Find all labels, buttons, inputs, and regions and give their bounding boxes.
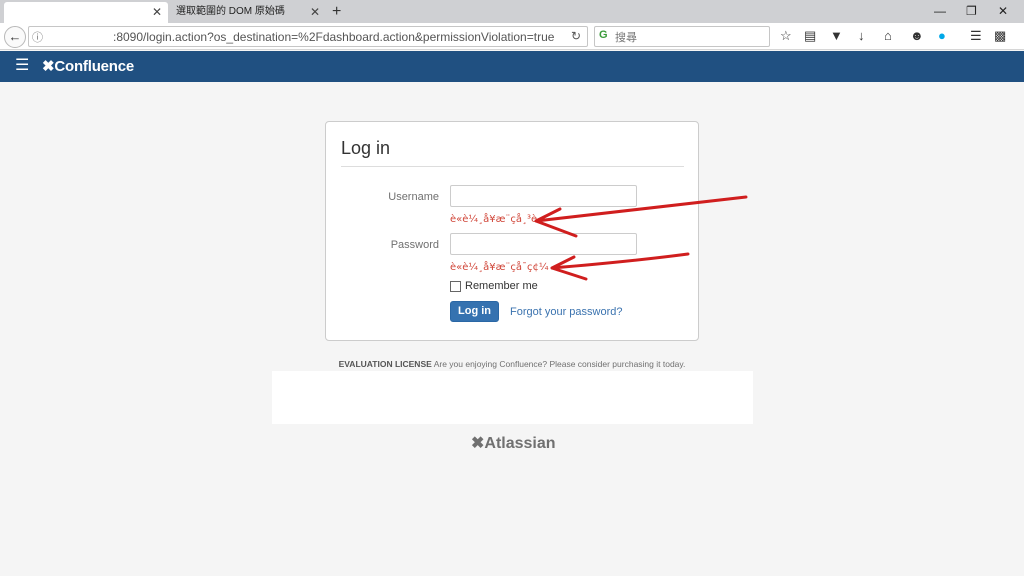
reload-icon[interactable]: ↻ xyxy=(571,29,581,43)
login-panel: Log in Username è«è¼¸å¥æ¨çå¸³è Password … xyxy=(325,121,699,341)
login-title: Log in xyxy=(341,138,391,158)
password-label: Password xyxy=(390,239,439,251)
menu-icon[interactable]: ☰ xyxy=(970,28,982,44)
site-info-icon[interactable]: ⓘ xyxy=(32,29,43,45)
license-text: Are you enjoying Confluence? Please cons… xyxy=(431,359,686,369)
address-bar[interactable]: ⓘ :8090/login.action?os_destination=%2Fd… xyxy=(28,26,588,47)
close-window-icon[interactable]: ✕ xyxy=(998,2,1008,20)
tab-title: 選取範圍的 DOM 原始碼 xyxy=(176,6,285,17)
browser-tab-dom-source[interactable]: 選取範圍的 DOM 原始碼 ✕ xyxy=(170,2,326,23)
close-tab-icon[interactable]: ✕ xyxy=(310,2,320,22)
remember-me-checkbox[interactable] xyxy=(450,281,461,292)
atlassian-logo[interactable]: ✖Atlassian xyxy=(471,433,556,453)
search-engine-icon[interactable]: G xyxy=(599,29,608,41)
star-icon[interactable]: ☆ xyxy=(780,28,792,44)
close-tab-icon[interactable]: ✕ xyxy=(152,2,162,22)
back-arrow-icon: ← xyxy=(8,29,22,44)
new-tab-button[interactable]: + xyxy=(332,2,341,22)
atlassian-logo-icon: ✖ xyxy=(471,435,485,452)
minimize-window-icon[interactable]: — xyxy=(934,2,946,20)
skype-icon[interactable]: ● xyxy=(938,28,946,44)
app-header: ☰ ✖Confluence xyxy=(0,51,1024,82)
browser-search-input[interactable] xyxy=(615,29,765,45)
username-label: Username xyxy=(388,191,439,203)
hamburger-menu-icon[interactable]: ☰ xyxy=(15,58,29,74)
confluence-logo[interactable]: ✖Confluence xyxy=(42,57,134,75)
password-input[interactable] xyxy=(450,233,637,255)
browser-tab-active[interactable]: ✕ xyxy=(4,2,168,23)
password-error: è«è¼¸å¥æ¨çå¯ç¢¼ xyxy=(450,262,549,273)
username-input[interactable] xyxy=(450,185,637,207)
reader-icon[interactable]: ▤ xyxy=(804,28,816,44)
browser-navigation-bar: ← ⓘ :8090/login.action?os_destination=%2… xyxy=(0,23,1024,50)
pocket-icon[interactable]: ▼ xyxy=(830,28,843,44)
extension-icon[interactable]: ▩ xyxy=(994,28,1006,44)
license-label: EVALUATION LICENSE xyxy=(338,359,432,369)
footer-panel xyxy=(272,371,753,424)
forgot-password-link[interactable]: Forgot your password? xyxy=(510,306,623,318)
login-button[interactable]: Log in xyxy=(450,301,499,322)
atlassian-brand: Atlassian xyxy=(484,435,556,452)
browser-search-box[interactable]: G xyxy=(594,26,770,47)
remember-me-label[interactable]: Remember me xyxy=(465,280,538,292)
back-button[interactable]: ← xyxy=(4,26,26,48)
home-icon[interactable]: ⌂ xyxy=(884,28,892,44)
download-icon[interactable]: ↓ xyxy=(858,28,865,44)
restore-window-icon[interactable]: ❐ xyxy=(966,2,977,20)
username-error: è«è¼¸å¥æ¨çå¸³è xyxy=(450,214,538,225)
app-name: Confluence xyxy=(54,58,135,75)
license-notice: EVALUATION LICENSE Are you enjoying Conf… xyxy=(0,359,1024,369)
browser-tab-strip: ✕ 選取範圍的 DOM 原始碼 ✕ + — ❐ ✕ xyxy=(0,0,1024,23)
confluence-logo-icon: ✖ xyxy=(42,58,55,75)
address-url[interactable]: :8090/login.action?os_destination=%2Fdas… xyxy=(113,30,554,44)
title-divider xyxy=(341,166,684,167)
emoji-icon[interactable]: ☻ xyxy=(910,28,924,44)
